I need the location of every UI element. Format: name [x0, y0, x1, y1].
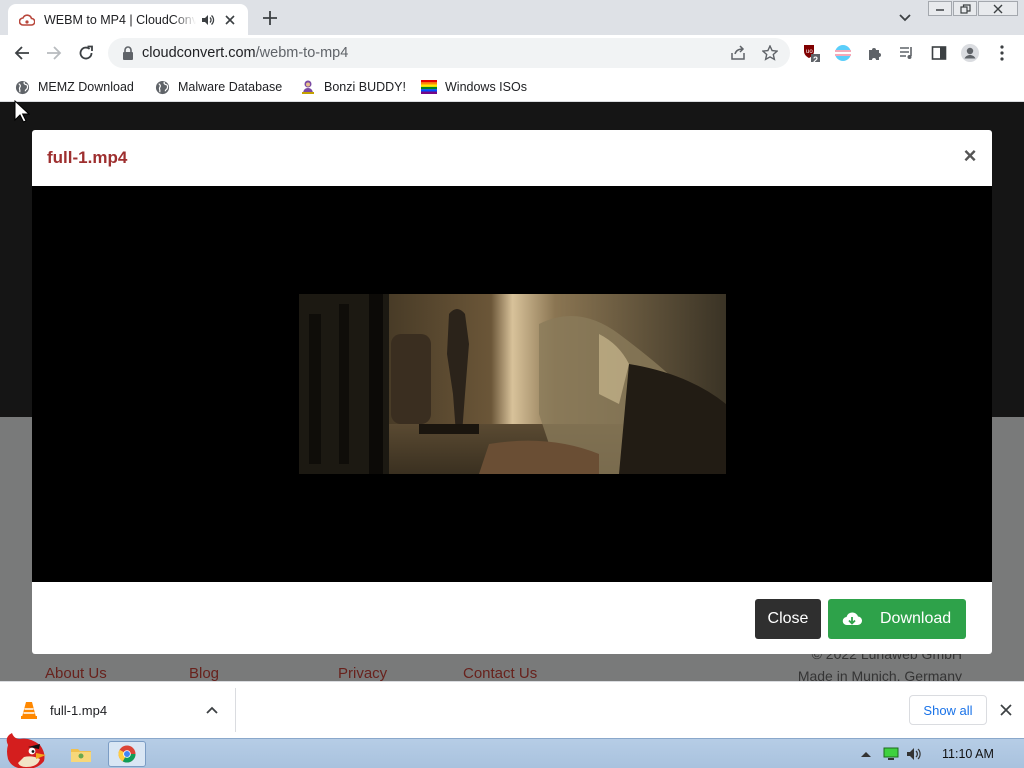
media-control-icon[interactable] — [893, 39, 921, 67]
tab-search-chevron-icon[interactable] — [895, 9, 915, 27]
windows-flag-icon — [421, 79, 437, 95]
url-text: cloudconvert.com/webm-to-mp4 — [142, 45, 348, 61]
profile-avatar-icon[interactable] — [956, 39, 984, 67]
minimize-button[interactable] — [928, 1, 952, 16]
modal-close-icon[interactable]: × — [960, 145, 980, 167]
browser-toolbar: cloudconvert.com/webm-to-mp4 uo 2 — [0, 35, 1024, 71]
start-button-angry-bird-icon[interactable] — [2, 731, 50, 768]
tab-close-icon[interactable] — [222, 12, 238, 28]
cloudconvert-favicon-icon — [19, 12, 35, 28]
taskbar: 11:10 AM — [0, 733, 1024, 768]
bookmarks-bar: MEMZ Download Malware Database Bonzi BUD… — [0, 71, 1024, 102]
share-icon[interactable] — [727, 42, 749, 64]
window-close-button[interactable] — [978, 1, 1018, 16]
forward-button[interactable] — [40, 39, 68, 67]
address-bar[interactable]: cloudconvert.com/webm-to-mp4 — [108, 38, 790, 68]
flag-extension-icon[interactable] — [829, 39, 857, 67]
bookmark-label: Windows ISOs — [445, 80, 527, 94]
tray-overflow-icon[interactable] — [860, 748, 872, 760]
tab-title: WEBM to MP4 | CloudConvert — [44, 12, 196, 27]
show-all-button[interactable]: Show all — [909, 695, 987, 725]
bookmark-malware-database[interactable]: Malware Database — [154, 76, 282, 98]
cloud-download-icon — [842, 609, 862, 629]
download-shelf: full-1.mp4 Show all — [0, 681, 1024, 738]
lock-icon[interactable] — [120, 45, 136, 61]
download-button[interactable]: Download — [828, 599, 966, 639]
modal-title: full-1.mp4 — [47, 148, 128, 167]
bookmark-bonzi-buddy[interactable]: Bonzi BUDDY! — [300, 76, 406, 98]
side-panel-icon[interactable] — [925, 39, 953, 67]
restore-button[interactable] — [953, 1, 977, 16]
vlc-file-icon — [20, 701, 38, 719]
bookmark-memz[interactable]: MEMZ Download — [14, 76, 134, 98]
network-icon[interactable] — [883, 746, 899, 762]
taskbar-chrome-icon[interactable] — [108, 741, 146, 767]
extensions-puzzle-icon[interactable] — [861, 39, 889, 67]
shelf-close-icon[interactable] — [997, 701, 1015, 719]
bookmark-star-icon[interactable] — [759, 42, 781, 64]
modal-footer: Close Download — [32, 582, 992, 654]
bookmark-label: Malware Database — [178, 80, 283, 94]
video-player[interactable] — [32, 186, 992, 582]
bookmark-windows-isos[interactable]: Windows ISOs — [421, 76, 527, 98]
chevron-up-icon[interactable] — [204, 702, 220, 718]
new-tab-button[interactable] — [258, 6, 282, 30]
taskbar-clock[interactable]: 11:10 AM — [942, 747, 994, 761]
browser-tab[interactable]: WEBM to MP4 | CloudConvert — [8, 4, 248, 35]
close-button[interactable]: Close — [755, 599, 821, 639]
taskbar-explorer-icon[interactable] — [62, 741, 100, 767]
download-file-name: full-1.mp4 — [50, 702, 108, 718]
back-button[interactable] — [8, 39, 36, 67]
url-path: /webm-to-mp4 — [255, 45, 349, 61]
video-frame[interactable] — [299, 294, 726, 474]
download-button-label: Download — [880, 610, 952, 627]
url-domain: cloudconvert.com — [142, 45, 256, 61]
mouse-cursor-icon — [14, 100, 30, 123]
volume-icon[interactable] — [906, 746, 922, 762]
bookmark-label: Bonzi BUDDY! — [324, 80, 406, 94]
ublock-extension-icon[interactable]: uo 2 — [797, 39, 825, 67]
audio-playing-icon[interactable] — [200, 12, 216, 28]
extension-badge: 2 — [813, 55, 819, 65]
menu-kebab-icon[interactable] — [988, 39, 1016, 67]
video-still-image — [299, 294, 726, 474]
tab-strip: WEBM to MP4 | CloudConvert — [0, 0, 1024, 35]
preview-modal: full-1.mp4 × Close Download — [32, 130, 992, 654]
download-item[interactable]: full-1.mp4 — [0, 688, 236, 732]
bookmark-label: MEMZ Download — [38, 80, 134, 94]
globe-icon — [14, 79, 30, 95]
bonzi-icon — [300, 79, 316, 95]
reload-button[interactable] — [72, 39, 100, 67]
globe-icon — [154, 79, 170, 95]
modal-header: full-1.mp4 × — [32, 130, 992, 186]
